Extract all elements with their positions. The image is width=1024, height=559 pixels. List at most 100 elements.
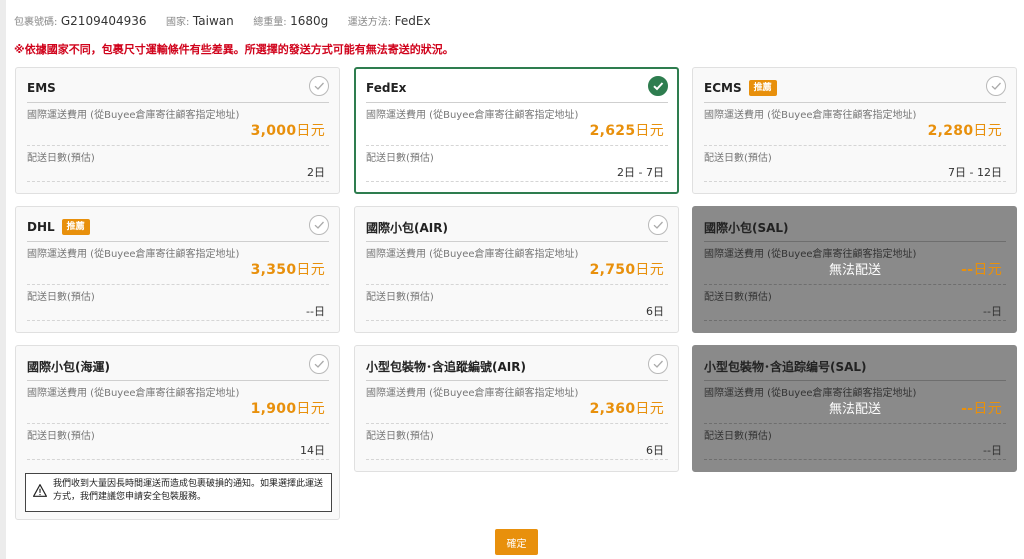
fee-row: 無法配送 --日元 [704,396,1006,423]
card-dashed-divider [366,181,668,182]
delivery-days: 7日 - 12日 [948,166,1002,179]
shipping-card-dhl[interactable]: DHL 推薦 國際運送費用 (從Buyee倉庫寄往顧客指定地址) 3,350日元 配送日… [15,206,340,333]
shipping-card-ecms[interactable]: ECMS 推薦 國際運送費用 (從Buyee倉庫寄往顧客指定地址) 2,280日元 配送… [692,67,1017,194]
price-amount: -- [961,401,974,417]
card-divider [704,380,1006,381]
price-amount: 2,280 [927,123,974,139]
check-circle-icon[interactable] [309,76,329,96]
card-dashed-divider [704,284,1006,285]
fee-label: 國際運送費用 (從Buyee倉庫寄往顧客指定地址) [704,249,917,260]
days-label: 配送日數(預估) [704,292,772,303]
delivery-days: --日 [983,444,1002,457]
check-circle-icon[interactable] [309,215,329,235]
price-unit: 日元 [296,262,325,278]
card-title: 國際小包(SAL) [704,220,789,235]
price-amount: 2,360 [589,401,636,417]
days-label: 配送日數(預估) [27,153,95,164]
card-dashed-divider [704,423,1006,424]
delivery-days: --日 [306,305,325,318]
card-divider [366,380,668,381]
card-dashed-divider [27,423,329,424]
price-unit: 日元 [973,401,1002,417]
card-dashed-divider [704,145,1006,146]
card-header: 小型包裝物･含追踪编号(SAL) [704,356,1006,376]
fee-row: 1,900日元 [27,396,329,423]
card-divider [27,380,329,381]
price-unit: 日元 [973,262,1002,278]
card-divider [27,102,329,103]
price-value: 1,900日元 [251,398,325,418]
package-number-label: 包裹號碼: [14,17,58,28]
days-label: 配送日數(預估) [366,153,434,164]
check-circle-icon[interactable] [648,76,668,96]
left-edge-strip [0,0,6,559]
days-row: 6日 [366,300,668,320]
price-amount: 2,625 [589,123,636,139]
shipping-card-fedex[interactable]: FedEx 國際運送費用 (從Buyee倉庫寄往顧客指定地址) 2,625日元 配送日… [354,67,679,194]
shipping-card-small-air[interactable]: 小型包裝物･含追蹤編號(AIR) 國際運送費用 (從Buyee倉庫寄往顧客指定地址… [354,345,679,472]
delivery-days: 6日 [646,305,664,318]
price-unit: 日元 [296,123,325,139]
fee-row: 2,280日元 [704,118,1006,145]
price-value: 2,360日元 [590,398,664,418]
check-circle-icon[interactable] [309,354,329,374]
fee-label: 國際運送費用 (從Buyee倉庫寄往顧客指定地址) [704,110,917,121]
fee-label: 國際運送費用 (從Buyee倉庫寄往顧客指定地址) [27,388,240,399]
package-number-value: G2109404936 [60,14,147,28]
fee-row: 3,000日元 [27,118,329,145]
check-circle-icon[interactable] [648,354,668,374]
card-divider [366,241,668,242]
confirm-button[interactable]: 確定 [495,529,538,555]
shipping-card-ems[interactable]: EMS 國際運送費用 (從Buyee倉庫寄往顧客指定地址) 3,000日元 配送日數(… [15,67,340,194]
days-row: 2日 [27,161,329,181]
fee-label: 國際運送費用 (從Buyee倉庫寄往顧客指定地址) [704,388,917,399]
delivery-days: --日 [983,305,1002,318]
price-unit: 日元 [973,123,1002,139]
card-dashed-divider [704,320,1006,321]
price-unit: 日元 [635,401,664,417]
card-dashed-divider [27,145,329,146]
card-dashed-divider [366,423,668,424]
package-info-bar: 包裹號碼: G2109404936 國家: Taiwan 總重量: 1680g … [14,13,447,28]
card-header: 國際小包(海運) [27,354,329,376]
days-label: 配送日數(預估) [704,153,772,164]
fee-row: 2,360日元 [366,396,668,423]
price-value: 3,350日元 [251,259,325,279]
fee-row: 3,350日元 [27,257,329,284]
delivery-days: 6日 [646,444,664,457]
shipping-method-label: 運送方法: [347,17,392,28]
card-header: 小型包裝物･含追蹤編號(AIR) [366,354,668,376]
price-unit: 日元 [635,262,664,278]
card-title: DHL [27,220,55,234]
days-label: 配送日數(預估) [27,292,95,303]
fee-row: 2,625日元 [366,118,668,145]
check-circle-icon[interactable] [648,215,668,235]
days-row: 14日 [27,439,329,459]
card-dashed-divider [366,284,668,285]
price-unit: 日元 [635,123,664,139]
card-header: EMS [27,76,329,98]
card-dashed-divider [704,459,1006,460]
price-amount: 3,350 [250,262,297,278]
days-row: --日 [704,439,1006,459]
fee-label: 國際運送費用 (從Buyee倉庫寄往顧客指定地址) [366,249,579,260]
card-dashed-divider [27,459,329,460]
shipping-card-intl-air[interactable]: 國際小包(AIR) 國際運送費用 (從Buyee倉庫寄往顧客指定地址) 2,750日… [354,206,679,333]
card-header: ECMS 推薦 [704,76,1006,98]
fee-row: 無法配送 --日元 [704,257,1006,284]
price-value: 2,625日元 [590,120,664,140]
days-row: --日 [27,300,329,320]
price-amount: -- [961,262,974,278]
card-title: 小型包裝物･含追踪编号(SAL) [704,359,867,374]
days-row: 2日 - 7日 [366,161,668,181]
check-circle-icon[interactable] [986,76,1006,96]
card-header: 國際小包(SAL) [704,217,1006,237]
card-dashed-divider [366,320,668,321]
days-label: 配送日數(預估) [366,292,434,303]
fee-label: 國際運送費用 (從Buyee倉庫寄往顧客指定地址) [27,249,240,260]
card-title: FedEx [366,81,407,95]
shipping-card-intl-sal: 國際小包(SAL) 國際運送費用 (從Buyee倉庫寄往顧客指定地址) 無法配送 --… [692,206,1017,333]
card-dashed-divider [366,145,668,146]
country-value: Taiwan [192,14,234,28]
price-value: 2,750日元 [590,259,664,279]
